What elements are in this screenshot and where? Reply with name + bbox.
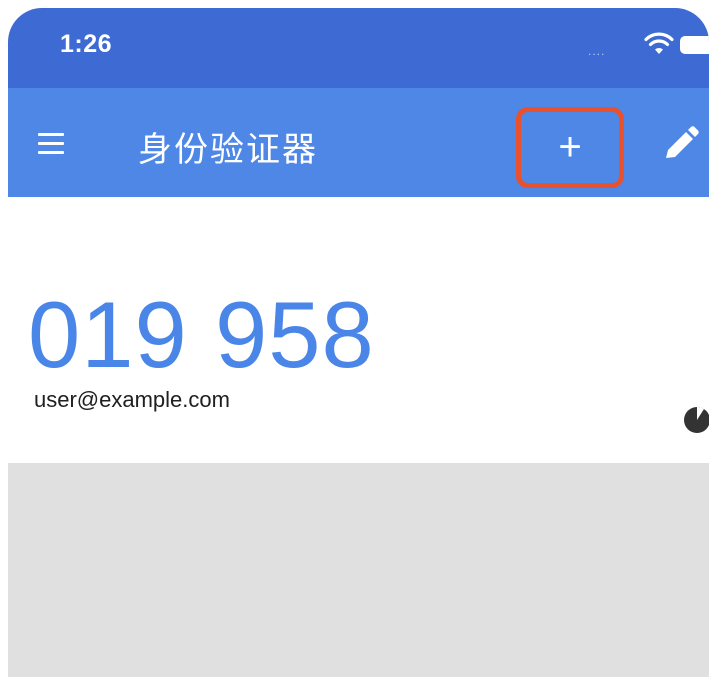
status-bar: 1:26 .... bbox=[8, 8, 709, 88]
menu-icon-line bbox=[38, 151, 64, 154]
menu-button[interactable] bbox=[30, 124, 74, 164]
add-account-button[interactable]: + bbox=[516, 107, 624, 188]
status-time: 1:26 bbox=[60, 30, 113, 58]
phone-screen: 1:26 .... 身份验证器 + 019 958 user@example.c… bbox=[8, 8, 709, 677]
battery-icon bbox=[680, 36, 709, 54]
app-bar: 身份验证器 + bbox=[8, 88, 709, 197]
signal-dots: .... bbox=[588, 44, 606, 58]
countdown-timer-icon bbox=[684, 406, 709, 433]
account-email: user@example.com bbox=[34, 387, 230, 412]
pencil-icon[interactable] bbox=[656, 122, 704, 166]
app-title: 身份验证器 bbox=[138, 131, 318, 169]
wifi-icon bbox=[644, 32, 674, 54]
otp-code: 019 958 bbox=[28, 282, 375, 387]
menu-icon-line bbox=[38, 133, 64, 136]
account-list: 019 958 user@example.com bbox=[8, 197, 709, 463]
menu-icon-line bbox=[38, 142, 64, 145]
empty-list-area bbox=[8, 463, 709, 677]
plus-icon: + bbox=[558, 125, 582, 169]
